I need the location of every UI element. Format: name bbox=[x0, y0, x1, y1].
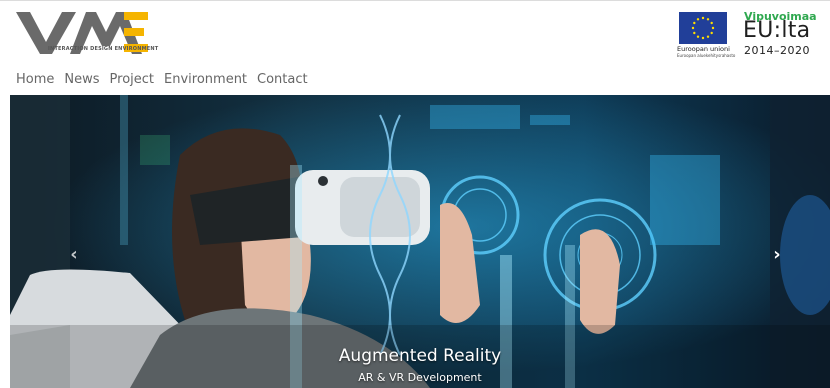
logo-subtitle: INTERACTION DESIGN ENVIRONMENT bbox=[48, 46, 159, 52]
eu-flag-icon bbox=[679, 12, 727, 44]
chevron-right-icon: › bbox=[773, 244, 781, 265]
nav-item-news[interactable]: News bbox=[64, 71, 99, 89]
nav-item-environment[interactable]: Environment bbox=[164, 71, 247, 89]
chevron-left-icon: ‹ bbox=[70, 244, 78, 265]
carousel-prev-button[interactable]: ‹ bbox=[64, 245, 84, 265]
eu-caption: Euroopan unioni bbox=[677, 45, 730, 53]
site-header: INTERACTION DESIGN ENVIRONMENT Euroopan … bbox=[0, 0, 830, 64]
eu-subcaption: Euroopan aluekehitysrahasto bbox=[677, 53, 736, 58]
program-years: 2014–2020 bbox=[744, 44, 810, 57]
nav-item-home[interactable]: Home bbox=[16, 71, 54, 89]
main-nav: Home News Project Environment Contact bbox=[16, 71, 318, 89]
slide-title: Augmented Reality bbox=[338, 346, 502, 366]
hero-slide-image bbox=[10, 95, 830, 388]
nav-item-project[interactable]: Project bbox=[110, 71, 154, 89]
slide-subtitle: AR & VR Development bbox=[358, 371, 482, 384]
carousel-next-button[interactable]: › bbox=[767, 245, 787, 265]
program-name: EU:lta bbox=[743, 18, 811, 43]
nav-item-contact[interactable]: Contact bbox=[257, 71, 308, 89]
hero-carousel: ‹ › Augmented Reality AR & VR Developmen… bbox=[10, 95, 830, 388]
